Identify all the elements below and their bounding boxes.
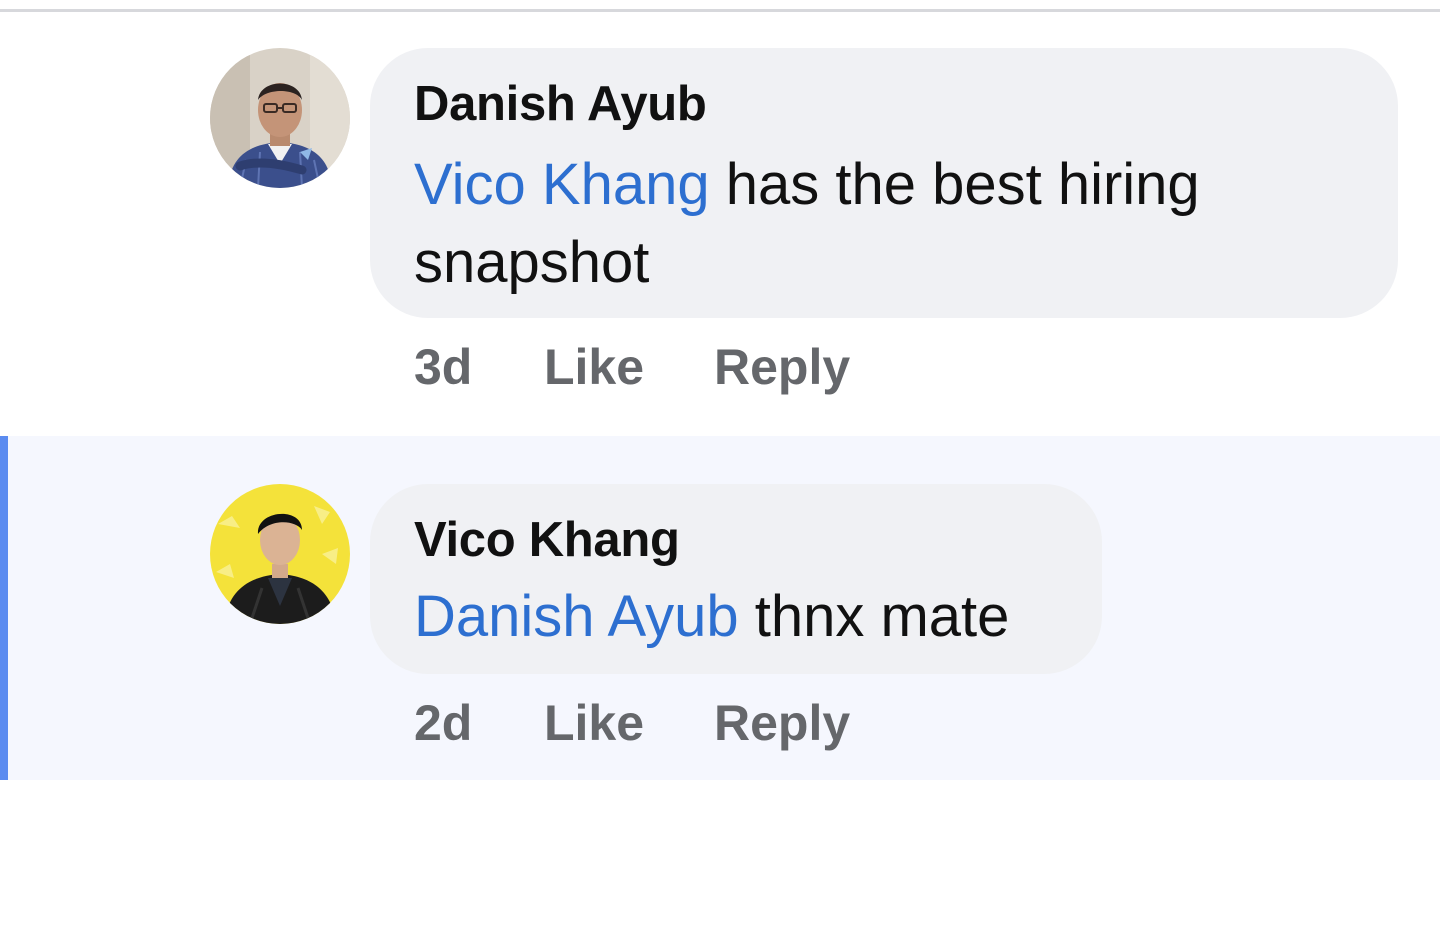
avatar-photo-icon bbox=[210, 48, 350, 188]
highlight-bar bbox=[0, 436, 8, 780]
avatar[interactable] bbox=[210, 48, 350, 188]
comment-thread: Danish Ayub Vico Khang has the best hiri… bbox=[0, 12, 1440, 926]
mention-link[interactable]: Danish Ayub bbox=[414, 584, 739, 649]
comment-author[interactable]: Vico Khang bbox=[414, 512, 680, 568]
comment-item-highlighted: Vico Khang Danish Ayub thnx mate 2d Like… bbox=[0, 436, 1440, 780]
comment-timestamp[interactable]: 2d bbox=[414, 694, 472, 752]
comment-item: Danish Ayub Vico Khang has the best hiri… bbox=[0, 12, 1440, 436]
avatar[interactable] bbox=[210, 484, 350, 624]
mention-link[interactable]: Vico Khang bbox=[414, 152, 710, 217]
comment-body: thnx mate bbox=[738, 584, 1010, 649]
comment-bubble: Danish Ayub Vico Khang has the best hiri… bbox=[370, 48, 1398, 318]
like-button[interactable]: Like bbox=[544, 694, 644, 752]
comment-author[interactable]: Danish Ayub bbox=[414, 76, 707, 132]
reply-button[interactable]: Reply bbox=[714, 338, 850, 396]
comment-timestamp[interactable]: 3d bbox=[414, 338, 472, 396]
avatar-photo-icon bbox=[210, 484, 350, 624]
comment-text: Vico Khang has the best hiring snapshot bbox=[414, 146, 1358, 302]
comment-bubble: Vico Khang Danish Ayub thnx mate bbox=[370, 484, 1102, 674]
reply-button[interactable]: Reply bbox=[714, 694, 850, 752]
comment-text: Danish Ayub thnx mate bbox=[414, 578, 1062, 656]
like-button[interactable]: Like bbox=[544, 338, 644, 396]
